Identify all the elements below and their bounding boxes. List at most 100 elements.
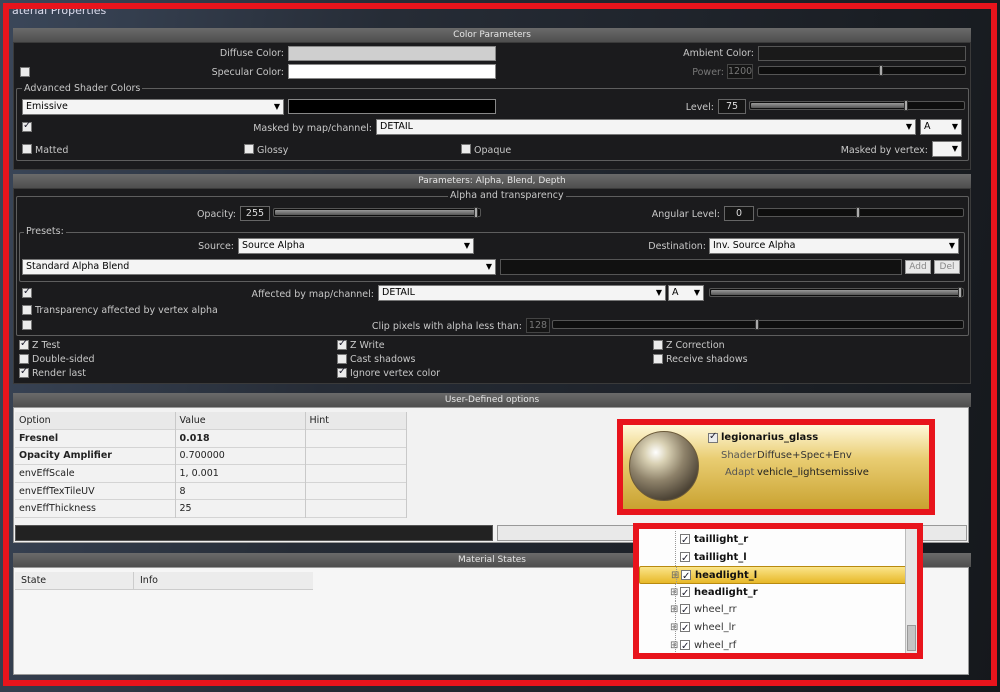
clip-slider[interactable] xyxy=(552,319,964,330)
specular-label: Specular Color: xyxy=(211,67,284,78)
z-correction-checkbox[interactable] xyxy=(653,340,663,350)
value-cell[interactable]: 0.700000 xyxy=(175,447,306,465)
col-value[interactable]: Value xyxy=(175,412,306,430)
render-last-label: Render last xyxy=(32,368,86,379)
column-divider xyxy=(133,572,134,590)
tree-item[interactable]: ⊞ headlight_r xyxy=(639,583,907,602)
affected-map-slider[interactable] xyxy=(709,287,964,298)
tree-item[interactable]: ⊞ wheel_rf xyxy=(639,636,907,653)
value-cell[interactable]: 8 xyxy=(175,482,306,500)
ignore-vertex-color-checkbox[interactable] xyxy=(337,366,347,378)
preset-value: Standard Alpha Blend xyxy=(26,261,130,272)
clip-checkbox[interactable] xyxy=(22,320,32,330)
emissive-color-swatch[interactable] xyxy=(288,99,496,114)
specular-color-swatch[interactable] xyxy=(288,64,496,79)
power-input[interactable]: 1200 xyxy=(727,64,753,79)
angular-level-slider[interactable] xyxy=(757,207,964,218)
emissive-dropdown[interactable]: Emissive ▼ xyxy=(22,99,284,115)
chevron-down-icon: ▼ xyxy=(905,122,912,131)
hint-cell xyxy=(305,447,407,465)
level-input[interactable]: 75 xyxy=(718,99,746,114)
receive-shadows-checkbox[interactable] xyxy=(653,354,663,364)
source-value: Source Alpha xyxy=(242,240,305,251)
table-row[interactable]: Fresnel 0.018 xyxy=(15,429,407,448)
expand-icon[interactable]: ⊞ xyxy=(670,584,678,601)
masked-vertex-dropdown[interactable]: ▼ xyxy=(932,141,962,157)
affected-channel-dropdown[interactable]: A ▼ xyxy=(668,285,704,301)
affected-map-checkbox[interactable] xyxy=(22,286,32,298)
affected-map-dropdown[interactable]: DETAIL ▼ xyxy=(378,285,666,301)
matted-label: Matted xyxy=(35,145,69,156)
masked-channel-dropdown[interactable]: A ▼ xyxy=(920,119,962,135)
masked-map-checkbox[interactable] xyxy=(22,120,32,132)
option-entry-input[interactable] xyxy=(15,525,493,541)
chevron-down-icon: ▼ xyxy=(693,288,700,297)
angular-level-input[interactable]: 0 xyxy=(724,206,754,221)
node-tree[interactable]: taillight_r taillight_l ⊞ headlight_l ⊞ headl… xyxy=(639,529,907,653)
render-last-checkbox[interactable] xyxy=(19,366,29,378)
tree-connector xyxy=(675,548,676,566)
preset-del-button[interactable]: Del xyxy=(934,260,960,274)
opaque-checkbox[interactable] xyxy=(461,144,471,154)
col-state[interactable]: State xyxy=(21,575,46,586)
expand-icon[interactable]: ⊞ xyxy=(671,567,679,584)
power-slider[interactable] xyxy=(758,65,966,76)
tree-item[interactable]: ⊞ headlight_l xyxy=(639,566,907,585)
alpha-params-header[interactable]: Parameters: Alpha, Blend, Depth xyxy=(13,174,971,188)
clip-input[interactable]: 128 xyxy=(526,318,550,333)
tree-item[interactable]: ⊞ wheel_rr xyxy=(639,601,907,619)
tree-item-checkbox[interactable] xyxy=(680,532,690,549)
expand-icon[interactable]: ⊞ xyxy=(670,637,678,653)
material-card[interactable]: legionarius_glass Shader Diffuse+Spec+En… xyxy=(623,425,929,509)
table-row[interactable]: envEffScale 1, 0.001 xyxy=(15,464,407,483)
tree-item[interactable]: taillight_l xyxy=(639,548,907,567)
cast-shadows-checkbox[interactable] xyxy=(337,354,347,364)
col-hint[interactable]: Hint xyxy=(305,412,407,430)
expand-icon[interactable]: ⊞ xyxy=(670,601,678,618)
col-option[interactable]: Option xyxy=(15,412,176,430)
tree-item-checkbox[interactable] xyxy=(680,602,690,619)
specular-checkbox[interactable] xyxy=(20,67,30,77)
angular-level-label: Angular Level: xyxy=(651,209,720,220)
z-test-checkbox[interactable] xyxy=(19,338,29,350)
table-row[interactable]: Opacity Amplifier 0.700000 xyxy=(15,447,407,465)
matted-checkbox[interactable] xyxy=(22,144,32,154)
tree-scrollbar[interactable] xyxy=(905,529,917,653)
table-row[interactable]: envEffThickness 25 xyxy=(15,499,407,518)
transparency-vertex-checkbox[interactable] xyxy=(22,305,32,315)
glossy-checkbox[interactable] xyxy=(244,144,254,154)
diffuse-color-swatch[interactable] xyxy=(288,46,496,61)
level-slider[interactable] xyxy=(749,100,965,111)
value-cell[interactable]: 1, 0.001 xyxy=(175,464,306,483)
opacity-slider[interactable] xyxy=(273,207,481,218)
user-options-header[interactable]: User-Defined options xyxy=(13,393,971,407)
tree-item-checkbox[interactable] xyxy=(680,620,690,637)
tree-item[interactable]: ⊞ wheel_lr xyxy=(639,619,907,637)
tree-item-checkbox[interactable] xyxy=(680,585,690,602)
preset-add-button[interactable]: Add xyxy=(905,260,931,274)
value-cell[interactable]: 0.018 xyxy=(175,429,306,448)
preset-name-input[interactable] xyxy=(500,259,902,275)
material-enabled-checkbox[interactable] xyxy=(708,431,718,443)
col-info[interactable]: Info xyxy=(140,575,158,586)
preset-dropdown[interactable]: Standard Alpha Blend ▼ xyxy=(22,259,496,275)
z-write-checkbox[interactable] xyxy=(337,338,347,350)
masked-map-dropdown[interactable]: DETAIL ▼ xyxy=(376,119,916,135)
affected-map-label: Affected by map/channel: xyxy=(251,289,374,300)
tree-scrollbar-thumb[interactable] xyxy=(907,625,916,651)
destination-dropdown[interactable]: Inv. Source Alpha ▼ xyxy=(709,238,959,254)
color-params-header[interactable]: Color Parameters xyxy=(13,28,971,42)
ambient-color-swatch[interactable] xyxy=(758,46,966,61)
receive-shadows-label: Receive shadows xyxy=(666,354,748,365)
opacity-input[interactable]: 255 xyxy=(240,206,270,221)
source-dropdown[interactable]: Source Alpha ▼ xyxy=(238,238,474,254)
tree-item[interactable]: taillight_r xyxy=(639,531,907,549)
table-row[interactable]: envEffTexTileUV 8 xyxy=(15,482,407,500)
hint-cell xyxy=(305,482,407,500)
value-cell[interactable]: 25 xyxy=(175,499,306,518)
tree-item-checkbox[interactable] xyxy=(680,550,690,567)
tree-item-checkbox[interactable] xyxy=(681,568,691,585)
expand-icon[interactable]: ⊞ xyxy=(670,619,678,636)
double-sided-checkbox[interactable] xyxy=(19,354,29,364)
tree-item-checkbox[interactable] xyxy=(680,638,690,653)
